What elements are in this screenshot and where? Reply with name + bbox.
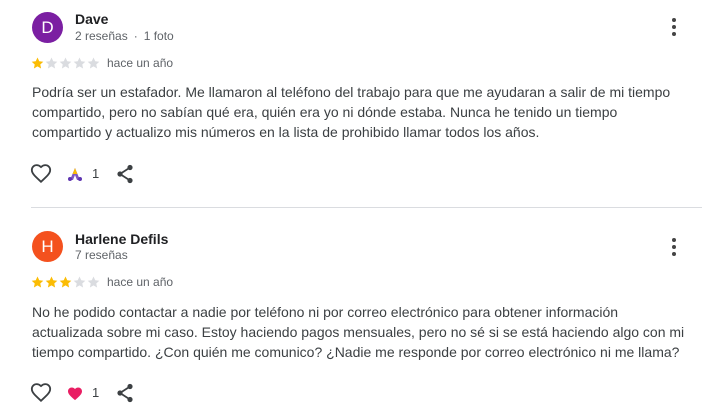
reviewer-name[interactable]: Dave — [75, 11, 108, 27]
review-date: hace un año — [107, 275, 174, 289]
reviewer-name[interactable]: Harlene Defils — [75, 231, 168, 247]
separator-dot: · — [133, 29, 138, 43]
star-filled-icon — [31, 276, 44, 288]
like-heart-icon[interactable] — [30, 382, 52, 404]
reviewer-meta: 7 reseñas — [75, 248, 128, 262]
star-empty-icon — [87, 57, 100, 69]
more-options-icon[interactable] — [665, 236, 683, 258]
divider — [31, 207, 702, 208]
more-options-icon[interactable] — [665, 16, 683, 38]
star-empty-icon — [87, 276, 100, 288]
review-text-line: Podría ser un estafador. Me llamaron al … — [32, 84, 671, 100]
review-text-line: No he podido contactar a nadie por teléf… — [32, 304, 619, 320]
review-text-line: compartido y actualizo mis números en la… — [32, 124, 540, 140]
reaction-count: 1 — [92, 385, 100, 400]
star-empty-icon — [45, 57, 58, 69]
share-icon[interactable] — [116, 383, 134, 403]
heart-reaction-icon — [68, 387, 82, 401]
review-text-line: actualizada sobre mi caso. Estoy haciend… — [32, 324, 685, 340]
review-date: hace un año — [107, 56, 174, 70]
star-filled-icon — [31, 57, 44, 69]
celebrate-icon — [68, 168, 82, 181]
star-filled-icon — [45, 276, 58, 288]
star-empty-icon — [73, 57, 86, 69]
photos-count: 1 foto — [143, 29, 174, 43]
review-text: No he podido contactar a nadie por teléf… — [32, 302, 692, 362]
review-text-line: tiempo compartido. ¿Con quién me comunic… — [32, 344, 680, 360]
reviewer-meta: 2 reseñas · 1 foto — [75, 29, 174, 43]
avatar[interactable]: H — [32, 231, 63, 262]
reaction-count: 1 — [92, 166, 100, 181]
star-filled-icon — [59, 276, 72, 288]
share-icon[interactable] — [116, 164, 134, 184]
reviews-count: 7 reseñas — [75, 248, 128, 262]
review-text: Podría ser un estafador. Me llamaron al … — [32, 82, 692, 142]
avatar[interactable]: D — [32, 12, 63, 43]
star-empty-icon — [59, 57, 72, 69]
star-empty-icon — [73, 276, 86, 288]
review-text-line: compartido, pero no sabían qué era, quié… — [32, 104, 618, 120]
star-rating — [31, 57, 101, 69]
like-heart-icon[interactable] — [30, 163, 52, 185]
star-rating — [31, 276, 101, 288]
reviews-count: 2 reseñas — [75, 29, 128, 43]
